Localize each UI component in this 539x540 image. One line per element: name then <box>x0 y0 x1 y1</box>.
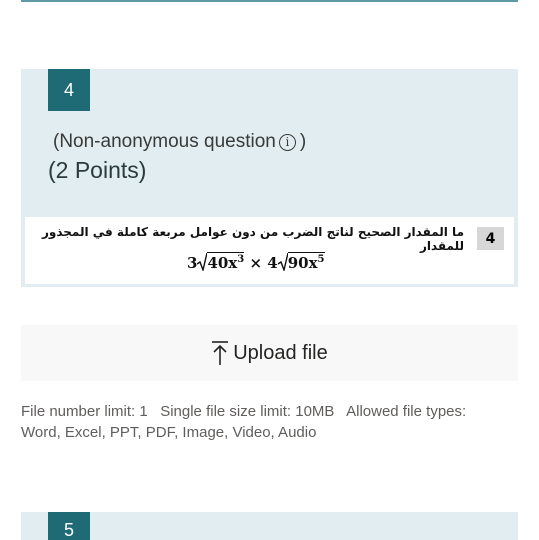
formula-radicand-1: 40x3 <box>207 252 245 272</box>
next-question-number-badge: 5 <box>48 512 90 540</box>
question-number-badge: 4 <box>48 69 90 111</box>
previous-card-border <box>21 0 518 2</box>
upload-icon <box>212 341 229 365</box>
file-limits-text: File number limit: 1 Single file size li… <box>21 403 471 441</box>
next-question-card: 5 <box>21 512 518 540</box>
next-question-number: 5 <box>63 520 74 540</box>
upload-file-button[interactable]: Upload file <box>21 325 518 381</box>
non-anonymous-label: (Non-anonymous question i ) <box>53 131 306 153</box>
upload-file-label: Upload file <box>233 341 328 364</box>
formula-coefficient-1: 3 <box>187 254 198 272</box>
question-image-number: 4 <box>477 227 504 250</box>
non-anonymous-close: ) <box>299 131 307 152</box>
question-formula: 3 40x3 × 4 90x5 <box>187 252 325 273</box>
formula-radicand-2: 90x5 <box>287 252 325 272</box>
non-anonymous-text: (Non-anonymous question <box>53 131 276 152</box>
question-text-arabic: ما المقدار الصحيح لناتج الضرب من دون عوا… <box>41 225 464 253</box>
formula-exponent-2: 5 <box>317 254 325 265</box>
formula-coefficient-2: 4 <box>267 254 278 272</box>
info-icon[interactable]: i <box>278 133 296 151</box>
formula-radicand-2-text: 90x <box>287 254 318 272</box>
radical-sign-icon <box>277 252 289 273</box>
formula-exponent-1: 3 <box>237 254 245 265</box>
question-image: 4 ما المقدار الصحيح لناتج الضرب من دون ع… <box>25 217 514 284</box>
formula-radicand-1-text: 40x <box>207 254 238 272</box>
radical-sign-icon <box>197 252 209 273</box>
question-points: (2 Points) <box>48 157 147 183</box>
formula-times: × <box>249 254 263 272</box>
question-card: 4 (Non-anonymous question i ) (2 Points)… <box>21 69 518 287</box>
